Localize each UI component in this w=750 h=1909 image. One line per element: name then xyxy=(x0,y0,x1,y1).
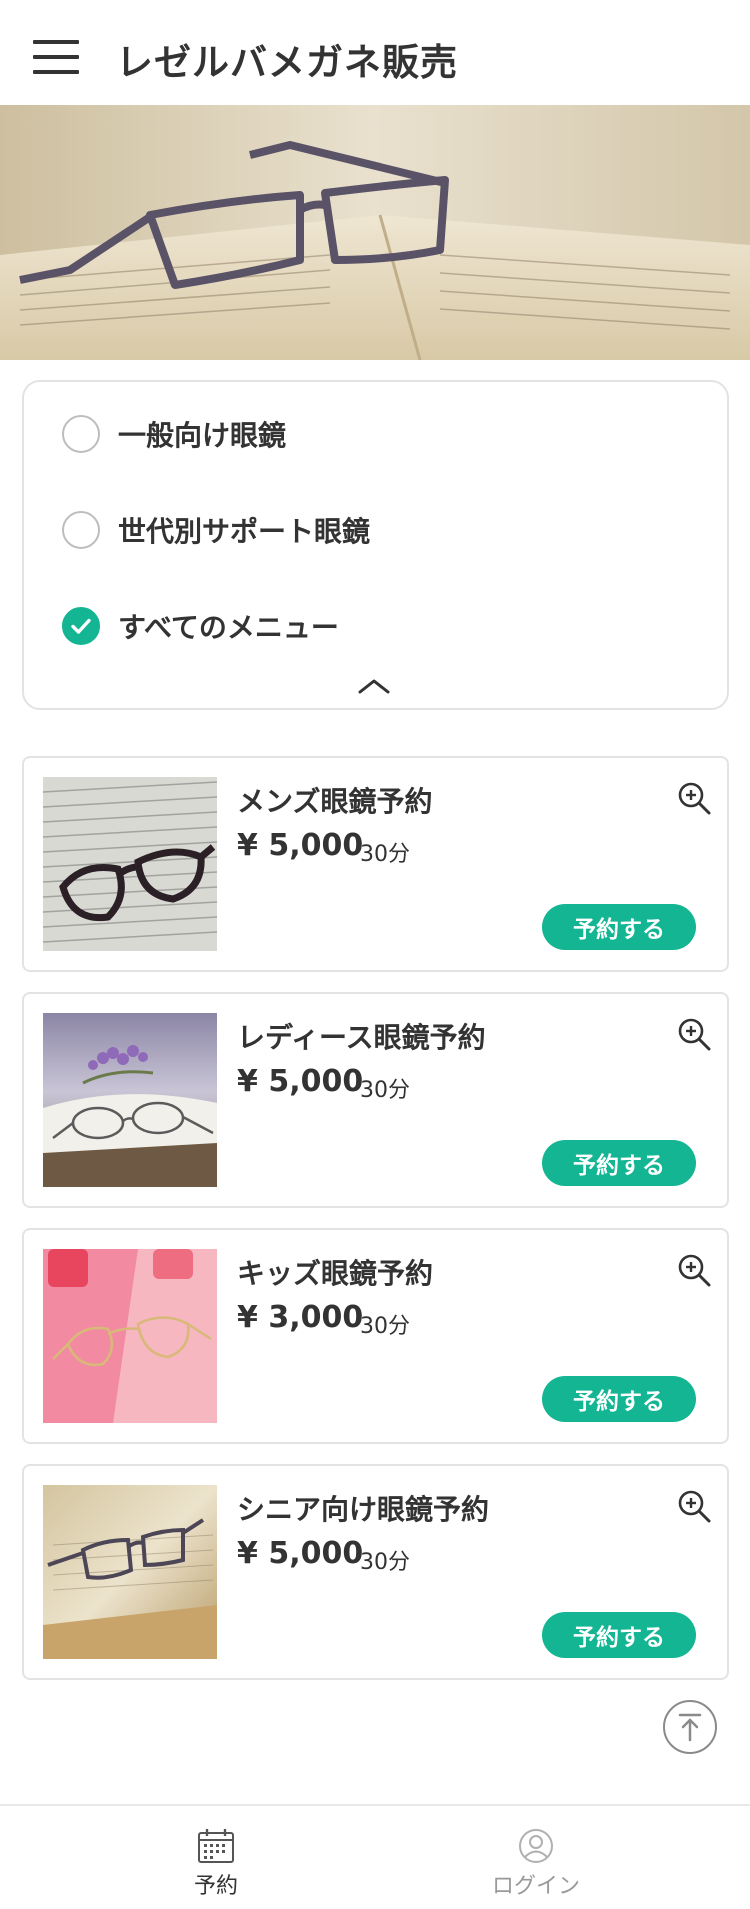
reserve-button[interactable]: 予約する xyxy=(542,1376,696,1422)
menu-item-card[interactable]: レディース眼鏡予約 ¥ 5,000 30分 予約する xyxy=(22,992,729,1208)
menu-item-duration: 30分 xyxy=(360,842,410,867)
arrow-up-to-top-icon xyxy=(678,1713,702,1742)
menu-item-name: シニア向け眼鏡予約 xyxy=(237,1493,490,1526)
glasses-on-open-book-photo xyxy=(43,1485,217,1659)
menu-item-card[interactable]: シニア向け眼鏡予約 ¥ 5,000 30分 予約する xyxy=(22,1464,729,1680)
menu-item-thumbnail xyxy=(43,1485,217,1659)
black-glasses-on-newspaper-photo xyxy=(43,777,217,951)
bottom-navigation: 予約 ログイン xyxy=(0,1804,750,1909)
menu-item-name: レディース眼鏡予約 xyxy=(237,1021,486,1054)
filter-option-label: 一般向け眼鏡 xyxy=(118,419,287,452)
menu-item-duration: 30分 xyxy=(360,1314,410,1339)
menu-item-thumbnail xyxy=(43,1013,217,1187)
app-title: レゼルバメガネ販売 xyxy=(116,41,458,84)
menu-item-price: ¥ 3,000 xyxy=(237,1300,364,1335)
zoom-in-icon[interactable] xyxy=(676,1252,712,1288)
scroll-to-top-button[interactable] xyxy=(663,1700,717,1754)
filter-option-all-menu[interactable]: すべてのメニュー xyxy=(62,606,339,646)
chevron-up-icon[interactable] xyxy=(354,674,394,698)
hamburger-menu-icon[interactable] xyxy=(33,40,79,74)
zoom-in-icon[interactable] xyxy=(676,780,712,816)
menu-item-thumbnail xyxy=(43,777,217,951)
app-header: レゼルバメガネ販売 xyxy=(0,0,750,105)
menu-item-duration: 30分 xyxy=(360,1078,410,1103)
filter-option-label: すべてのメニュー xyxy=(118,611,339,644)
nav-item-login[interactable]: ログイン xyxy=(375,1806,750,1909)
menu-item-thumbnail xyxy=(43,1249,217,1423)
category-filter-card: 一般向け眼鏡 世代別サポート眼鏡 すべてのメニュー xyxy=(22,380,729,710)
nav-item-reservation[interactable]: 予約 xyxy=(0,1806,375,1909)
filter-option-generation-support[interactable]: 世代別サポート眼鏡 xyxy=(62,510,370,550)
reserve-button[interactable]: 予約する xyxy=(542,1140,696,1186)
glasses-on-book-with-lavender-photo xyxy=(43,1013,217,1187)
nav-label: ログイン xyxy=(491,1874,580,1899)
menu-item-card[interactable]: メンズ眼鏡予約 ¥ 5,000 30分 予約する xyxy=(22,756,729,972)
zoom-in-icon[interactable] xyxy=(676,1488,712,1524)
filter-option-label: 世代別サポート眼鏡 xyxy=(118,515,371,548)
menu-item-card[interactable]: キッズ眼鏡予約 ¥ 3,000 30分 予約する xyxy=(22,1228,729,1444)
reserve-button[interactable]: 予約する xyxy=(542,1612,696,1658)
eyeglasses-hero-illustration xyxy=(0,105,750,360)
calendar-icon xyxy=(198,1829,234,1863)
filter-option-general[interactable]: 一般向け眼鏡 xyxy=(62,414,286,454)
zoom-in-icon[interactable] xyxy=(676,1016,712,1052)
reserve-button[interactable]: 予約する xyxy=(542,904,696,950)
menu-item-price: ¥ 5,000 xyxy=(237,1536,364,1571)
hero-image xyxy=(0,105,750,360)
menu-item-price: ¥ 5,000 xyxy=(237,1064,364,1099)
user-icon xyxy=(519,1829,553,1863)
radio-checked-icon[interactable] xyxy=(62,607,100,645)
radio-unchecked-icon[interactable] xyxy=(62,511,100,549)
radio-unchecked-icon[interactable] xyxy=(62,415,100,453)
menu-item-name: キッズ眼鏡予約 xyxy=(237,1257,434,1290)
menu-item-name: メンズ眼鏡予約 xyxy=(237,785,433,818)
menu-item-price: ¥ 5,000 xyxy=(237,828,364,863)
menu-item-duration: 30分 xyxy=(360,1550,410,1575)
nav-label: 予約 xyxy=(193,1874,238,1899)
gold-glasses-on-pink-background-photo xyxy=(43,1249,217,1423)
